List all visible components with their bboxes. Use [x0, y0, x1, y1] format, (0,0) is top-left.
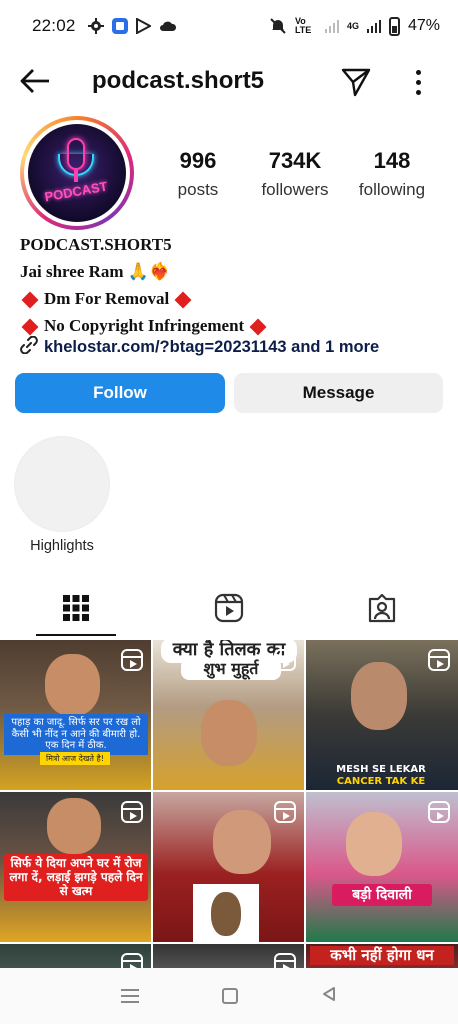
- data-label: 4G: [346, 21, 359, 31]
- send-message-icon[interactable]: [340, 66, 372, 98]
- reel-icon: [428, 801, 450, 823]
- stat-posts[interactable]: 996 posts: [153, 148, 243, 200]
- message-button[interactable]: Message: [234, 373, 443, 413]
- bio-line-2: Dm For Removal: [20, 286, 440, 313]
- back-arrow-icon[interactable]: [18, 66, 52, 96]
- battery-icon: [388, 16, 400, 36]
- tagged-person-icon: [367, 593, 397, 628]
- red-diamond-icon: [21, 291, 39, 308]
- reel-icon: [121, 649, 143, 671]
- profile-link[interactable]: khelostar.com/?btag=20231143 and 1 more: [20, 335, 379, 359]
- highlights-label: Highlights: [30, 538, 94, 554]
- tab-reels[interactable]: [189, 586, 269, 634]
- stat-followers[interactable]: 734K followers: [250, 148, 340, 200]
- link-text[interactable]: khelostar.com/?btag=20231143 and 1 more: [44, 338, 379, 357]
- signal-strong-icon: [366, 19, 381, 33]
- recents-menu-icon[interactable]: [121, 989, 140, 1003]
- post-thumbnail[interactable]: [153, 792, 304, 942]
- post-caption: सिर्फ ये दिया अपने घर में रोज लगा दें, ल…: [4, 854, 148, 902]
- reel-icon: [274, 649, 296, 671]
- post-caption: कभी नहीं होगा धन: [310, 946, 454, 966]
- tab-grid[interactable]: [36, 586, 116, 634]
- podcast-logo-avatar: PODCAST: [28, 124, 126, 222]
- red-diamond-icon: [249, 318, 267, 335]
- posts-count: 996: [179, 148, 217, 173]
- post-subcaption: मित्रो आज देखते है!: [40, 752, 110, 766]
- profile-username: podcast.short5: [92, 67, 265, 94]
- cloud-icon: [159, 20, 177, 32]
- post-thumbnail[interactable]: [153, 944, 304, 970]
- reel-icon: [121, 801, 143, 823]
- highlight-placeholder[interactable]: [14, 436, 110, 532]
- post-thumbnail[interactable]: [0, 944, 151, 970]
- home-square-icon[interactable]: [221, 988, 238, 1004]
- post-thumbnail[interactable]: सिर्फ ये दिया अपने घर में रोज लगा दें, ल…: [0, 792, 151, 942]
- red-diamond-icon: [21, 318, 39, 335]
- grid-icon: [62, 594, 90, 627]
- volte-label: Vo LTE: [294, 16, 312, 35]
- post-thumbnail[interactable]: MESH SE LEKAR CANCER TAK KE: [306, 640, 458, 790]
- followers-count: 734K: [268, 148, 322, 173]
- tab-tagged[interactable]: [342, 586, 422, 634]
- reel-icon: [274, 801, 296, 823]
- posts-label: posts: [177, 180, 219, 199]
- post-caption: पहाड़ का जादू. सिर्फ सर पर रख लो कैसी भी…: [4, 714, 148, 755]
- posts-grid: पहाड़ का जादू. सिर्फ सर पर रख लो कैसी भी…: [0, 640, 458, 970]
- post-thumbnail[interactable]: कभी नहीं होगा धन: [306, 944, 458, 970]
- status-time: 22:02: [32, 16, 76, 35]
- avatar-logo-text: PODCAST: [43, 178, 109, 205]
- owl-image: [193, 884, 259, 942]
- red-diamond-icon: [174, 291, 192, 308]
- followers-label: followers: [261, 180, 329, 199]
- profile-header: podcast.short5: [0, 52, 458, 112]
- following-count: 148: [373, 148, 411, 173]
- post-subcaption: शुभ मुहूर्त: [181, 658, 281, 681]
- settings-gear-icon: [87, 18, 104, 34]
- post-caption: MESH SE LEKAR CANCER TAK KE: [336, 764, 426, 787]
- active-tab-indicator: [36, 634, 116, 636]
- post-thumbnail[interactable]: पहाड़ का जादू. सिर्फ सर पर रख लो कैसी भी…: [0, 640, 151, 790]
- link-icon: [20, 335, 38, 359]
- back-triangle-icon[interactable]: [321, 986, 337, 1007]
- follow-button[interactable]: Follow: [15, 373, 225, 413]
- post-caption: बड़ी दिवाली: [332, 884, 432, 907]
- profile-avatar[interactable]: PODCAST: [20, 116, 134, 230]
- post-thumbnail[interactable]: बड़ी दिवाली: [306, 792, 458, 942]
- battery-percent: 47%: [407, 17, 440, 34]
- mute-icon: [269, 17, 287, 35]
- status-bar: 22:02 Vo LTE 4G 47%: [0, 0, 458, 52]
- reels-icon: [214, 593, 244, 628]
- play-store-icon: [135, 18, 151, 34]
- post-thumbnail[interactable]: क्या है तिलक का शुभ मुहूर्त: [153, 640, 304, 790]
- system-nav-bar: [0, 968, 458, 1024]
- profile-bio: PODCAST.SHORT5 Jai shree Ram 🙏❤️‍🔥 Dm Fo…: [20, 232, 440, 340]
- app-notification-icon: [111, 18, 128, 34]
- more-options-icon[interactable]: [408, 66, 428, 98]
- reel-icon: [428, 649, 450, 671]
- bio-line-1: Jai shree Ram 🙏❤️‍🔥: [20, 262, 171, 282]
- content-tabs: [0, 586, 458, 638]
- stat-following[interactable]: 148 following: [347, 148, 437, 200]
- profile-name: PODCAST.SHORT5: [20, 235, 172, 255]
- signal-icon: [324, 19, 339, 33]
- following-label: following: [358, 180, 426, 199]
